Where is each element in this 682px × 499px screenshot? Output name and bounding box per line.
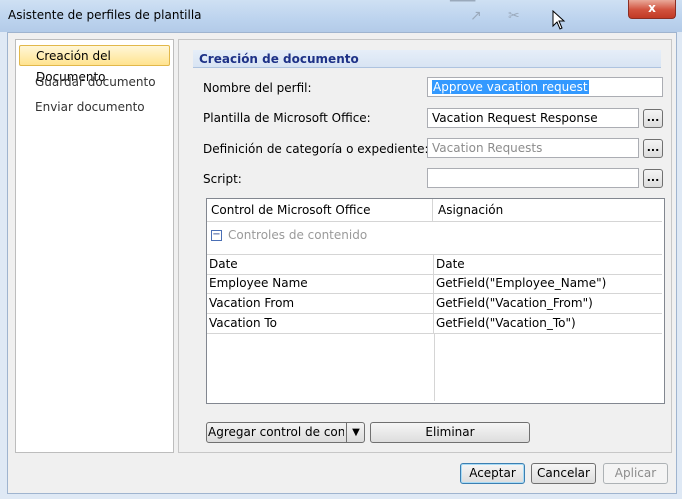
wizard-step-list: Creación del Documento Guardar documento… — [15, 39, 174, 453]
column-divider — [434, 334, 435, 401]
script-field — [427, 168, 639, 188]
mapping-cell: GetField("Employee_Name") — [436, 276, 607, 290]
close-button[interactable]: x — [628, 0, 676, 19]
dropdown-arrow-icon[interactable]: ▼ — [346, 423, 364, 442]
category-field: Vacation Requests — [427, 138, 639, 158]
add-content-control-label: Agregar control de contenido — [208, 425, 344, 439]
script-browse-button[interactable]: ... — [643, 169, 663, 188]
cancel-button[interactable]: Cancelar — [531, 463, 596, 484]
table-row[interactable]: Vacation From GetField("Vacation_From") — [207, 294, 662, 314]
nav-item-label: Guardar documento — [35, 75, 156, 89]
template-field: Vacation Request Response — [427, 108, 639, 128]
ok-button[interactable]: Aceptar — [460, 463, 525, 484]
nav-item-send-document[interactable]: Enviar documento — [19, 97, 170, 118]
control-mapping-grid: Control de Microsoft Office Asignación −… — [206, 198, 665, 404]
column-header-mapping[interactable]: Asignación — [434, 199, 662, 221]
column-header-control[interactable]: Control de Microsoft Office — [207, 199, 433, 221]
group-label: Controles de contenido — [228, 228, 368, 242]
background-window-residue: ▔▔▔ ↗ ✂ — [450, 0, 520, 24]
template-label: Plantilla de Microsoft Office: — [203, 111, 371, 125]
table-row[interactable]: Employee Name GetField("Employee_Name") — [207, 274, 662, 294]
group-row-content-controls: − Controles de contenido — [211, 228, 367, 244]
dialog-client-area: Creación del Documento Guardar documento… — [7, 32, 677, 494]
window-title: Asistente de perfiles de plantilla — [8, 8, 202, 22]
category-label: Definición de categoría o expediente: — [203, 142, 429, 156]
nav-item-save-document[interactable]: Guardar documento — [19, 72, 170, 93]
nav-item-label: Enviar documento — [35, 100, 145, 114]
control-cell: Vacation From — [207, 294, 434, 313]
apply-button[interactable]: Aplicar — [603, 463, 668, 484]
remove-button[interactable]: Eliminar — [370, 422, 530, 443]
control-cell: Vacation To — [207, 314, 434, 333]
profile-name-value: Approve vacation request — [432, 80, 589, 94]
control-cell: Employee Name — [207, 274, 434, 293]
remove-button-label: Eliminar — [425, 425, 475, 439]
document-creation-panel: Creación de documento Nombre del perfil:… — [178, 39, 672, 453]
section-title: Creación de documento — [193, 50, 661, 68]
mapping-cell: Date — [436, 257, 465, 271]
mapping-cell: GetField("Vacation_To") — [436, 316, 576, 330]
grid-header: Control de Microsoft Office Asignación — [207, 199, 662, 222]
collapse-icon[interactable]: − — [211, 230, 222, 241]
category-browse-button[interactable]: ... — [643, 139, 663, 158]
add-content-control-split-button[interactable]: Agregar control de contenido ▼ — [206, 422, 365, 443]
script-label: Script: — [203, 172, 242, 186]
table-row[interactable]: Vacation To GetField("Vacation_To") — [207, 314, 662, 334]
nav-item-document-creation[interactable]: Creación del Documento — [19, 45, 170, 84]
table-row[interactable]: Date Date — [207, 254, 662, 275]
template-browse-button[interactable]: ... — [643, 109, 663, 128]
profile-name-label: Nombre del perfil: — [203, 81, 312, 95]
control-cell: Date — [207, 255, 434, 274]
title-bar: Asistente de perfiles de plantilla ▔▔▔ ↗… — [0, 0, 682, 32]
mapping-cell: GetField("Vacation_From") — [436, 296, 593, 310]
profile-name-input[interactable]: Approve vacation request — [427, 77, 663, 97]
mouse-pointer-icon — [552, 10, 566, 30]
